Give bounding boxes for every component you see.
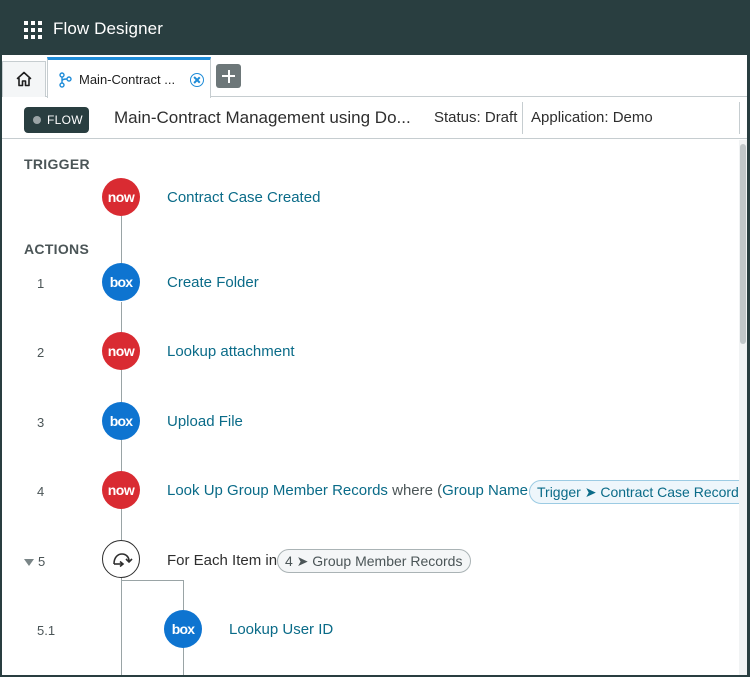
step-title[interactable]: Look Up Group Member Records where (Grou… xyxy=(167,482,543,499)
connector-line xyxy=(121,577,122,675)
step-title[interactable]: Lookup attachment xyxy=(167,343,295,360)
step-number: 3 xyxy=(37,415,45,430)
flow-badge-label: FLOW xyxy=(47,113,83,127)
canvas-scrollbar[interactable] xyxy=(739,140,747,675)
step-number: 5.1 xyxy=(37,623,56,638)
add-tab-button[interactable] xyxy=(216,64,241,88)
tab-bar: Main-Contract ... xyxy=(2,55,747,98)
step-title[interactable]: Lookup User ID xyxy=(229,621,333,638)
connector-line xyxy=(183,580,184,610)
box-icon: box xyxy=(164,610,202,648)
flow-canvas: TRIGGER now Contract Case Created ACTION… xyxy=(2,140,747,675)
home-icon xyxy=(16,71,32,87)
grid-menu-icon[interactable] xyxy=(24,21,42,39)
step-number: 1 xyxy=(37,276,45,291)
data-pill[interactable]: Trigger ➤ Contract Case Record ➤ xyxy=(529,480,747,504)
divider xyxy=(739,102,740,134)
scrollbar-thumb[interactable] xyxy=(740,144,746,344)
flow-status: Status: Draft xyxy=(434,109,518,126)
step-title[interactable]: For Each Item in xyxy=(167,552,277,569)
box-icon: box xyxy=(102,263,140,301)
step-title[interactable]: Create Folder xyxy=(167,274,259,291)
app-header: Flow Designer xyxy=(0,0,750,55)
servicenow-icon: now xyxy=(102,471,140,509)
data-pill[interactable]: 4 ➤ Group Member Records xyxy=(277,549,472,573)
flow-info-bar: FLOW Main-Contract Management using Do..… xyxy=(2,98,747,139)
trigger-title[interactable]: Contract Case Created xyxy=(167,189,320,206)
status-dot-icon xyxy=(33,116,41,124)
collapse-toggle-icon[interactable] xyxy=(24,559,34,566)
designer-frame: Main-Contract ... FLOW Main-Contract Man… xyxy=(2,55,747,675)
app-title: Flow Designer xyxy=(53,19,163,38)
step-number: 2 xyxy=(37,345,45,360)
tab-main-contract[interactable]: Main-Contract ... xyxy=(47,57,211,98)
step-title-text: Look Up Group Member Records xyxy=(167,482,388,499)
close-circle-icon[interactable] xyxy=(190,73,204,87)
flow-branch-icon xyxy=(59,72,72,88)
condition-field: Group Name is xyxy=(442,482,544,499)
actions-section-label: ACTIONS xyxy=(24,241,90,257)
flow-type-badge: FLOW xyxy=(24,107,89,133)
flow-name[interactable]: Main-Contract Management using Do... xyxy=(114,108,411,128)
tab-label: Main-Contract ... xyxy=(79,72,176,87)
step-title[interactable]: Upload File xyxy=(167,413,243,430)
divider xyxy=(522,102,523,134)
where-text: where ( xyxy=(392,482,443,499)
home-tab[interactable] xyxy=(2,61,46,97)
step-number: 5 xyxy=(38,554,46,569)
flow-application: Application: Demo xyxy=(531,109,653,126)
loop-icon xyxy=(102,540,140,578)
box-icon: box xyxy=(102,402,140,440)
trigger-section-label: TRIGGER xyxy=(24,156,90,172)
servicenow-icon: now xyxy=(102,332,140,370)
servicenow-icon: now xyxy=(102,178,140,216)
connector-line xyxy=(121,580,184,581)
step-number: 4 xyxy=(37,484,45,499)
